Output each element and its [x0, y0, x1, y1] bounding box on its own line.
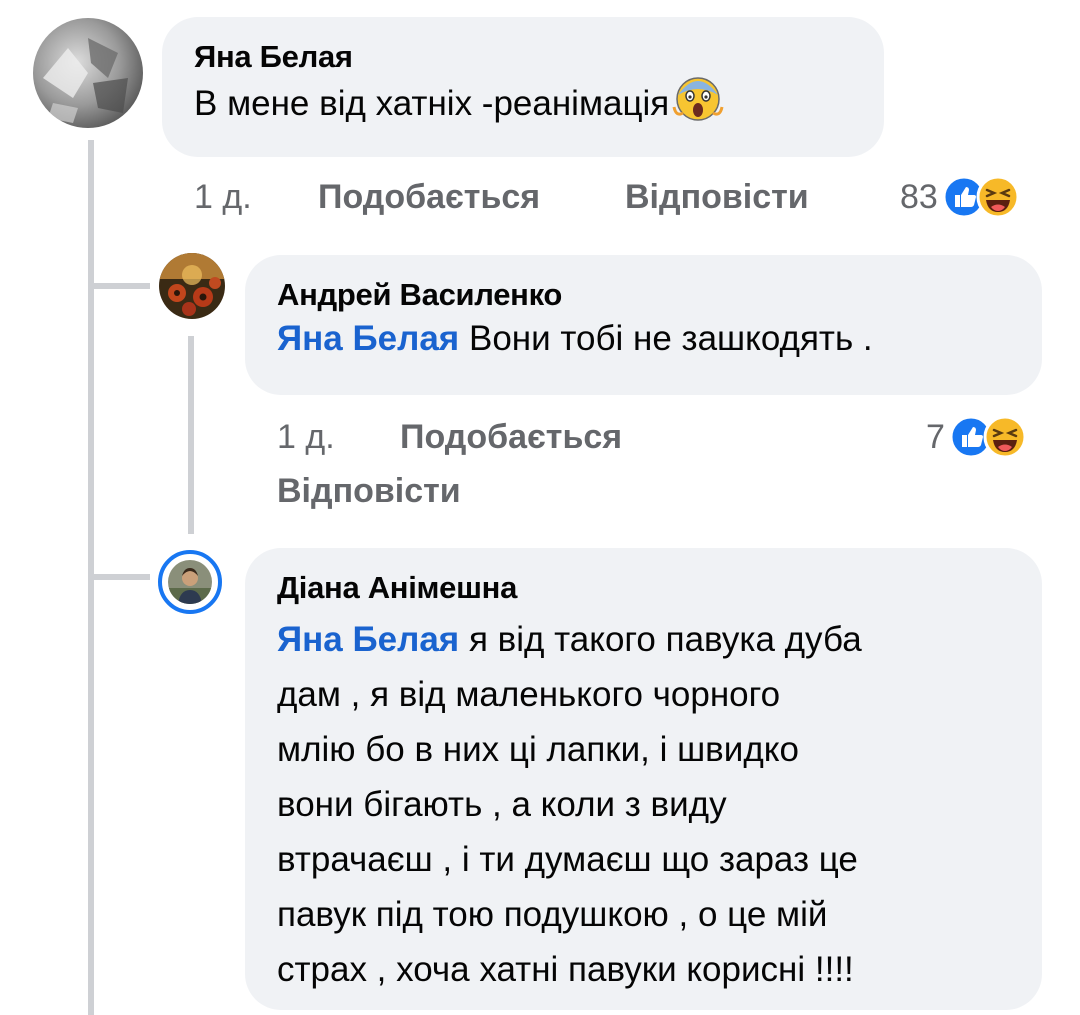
- comment-bubble-3: Діана Анімешна Яна Белая я від такого па…: [245, 548, 1042, 1010]
- comment-author[interactable]: Андрей Василенко: [277, 277, 1042, 313]
- avatar-andrey[interactable]: [159, 253, 225, 319]
- comment-thread: Яна Белая В мене від хатніх -реанімація …: [0, 0, 1080, 1015]
- scream-emoji-icon: [671, 73, 725, 137]
- thread-line-reply-1: [188, 336, 194, 534]
- reaction-count: 7: [926, 417, 945, 456]
- comment-line: втрачаєш , і ти думаєш що зараз це: [277, 840, 858, 879]
- avatar-yana[interactable]: [33, 18, 143, 128]
- comment-line: павук під тою подушкою , о це мій: [277, 895, 828, 934]
- comment-text: Яна Белая я від такого павука дуба дам ,…: [277, 612, 1042, 997]
- comment-text: В мене від хатніх -реанімація: [194, 73, 884, 137]
- comment-time[interactable]: 1 д.: [194, 178, 252, 217]
- like-button[interactable]: Подобається: [318, 178, 540, 217]
- laugh-icon: [983, 415, 1027, 459]
- mention-link[interactable]: Яна Белая: [277, 319, 459, 358]
- comment-bubble-2: Андрей Василенко Яна Белая Вони тобі не …: [245, 255, 1042, 395]
- comment-line: вони бігають , а коли з виду: [277, 785, 727, 824]
- comment-time[interactable]: 1 д.: [277, 418, 335, 457]
- reaction-summary[interactable]: 83: [900, 174, 1020, 220]
- laugh-icon: [976, 175, 1020, 219]
- reply-button[interactable]: Відповісти: [625, 178, 809, 217]
- comment-author[interactable]: Яна Белая: [194, 39, 884, 75]
- avatar-diana[interactable]: [168, 560, 212, 604]
- comment-author[interactable]: Діана Анімешна: [277, 570, 1042, 606]
- reaction-count: 83: [900, 177, 938, 216]
- comment-line: млію бо в них ці лапки, і швидко: [277, 730, 799, 769]
- thread-branch-1: [88, 283, 150, 289]
- mention-link[interactable]: Яна Белая: [277, 620, 459, 659]
- comment-line: страх , хоча хатні павуки корисні !!!!: [277, 950, 854, 989]
- reaction-summary[interactable]: 7: [926, 414, 1027, 460]
- like-button[interactable]: Подобається: [400, 418, 622, 457]
- reply-button[interactable]: Відповісти: [277, 472, 461, 511]
- comment-line: дам , я від маленького чорного: [277, 675, 781, 714]
- thread-branch-2: [88, 574, 150, 580]
- comment-text: Яна Белая Вони тобі не зашкодять .: [277, 319, 873, 358]
- comment-bubble-1: Яна Белая В мене від хатніх -реанімація: [162, 17, 884, 157]
- comment-line: Яна Белая я від такого павука дуба: [277, 620, 862, 659]
